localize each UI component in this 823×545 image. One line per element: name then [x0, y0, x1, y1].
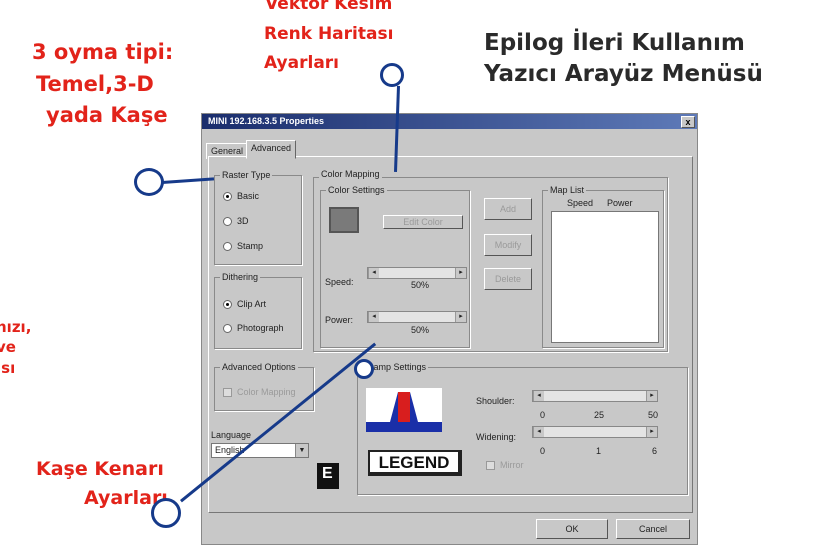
map-list[interactable]: [551, 211, 659, 343]
caption-line: Vektör Kesim: [265, 0, 393, 14]
caption-line: Kaşe Kenarı: [36, 458, 164, 480]
radio-label: Basic: [237, 191, 260, 201]
caption-line: hızı,: [0, 318, 32, 336]
color-mapping-group: Color Mapping Color Settings Edit Color …: [313, 169, 668, 352]
add-button[interactable]: Add: [484, 198, 532, 220]
checkbox-label: Color Mapping: [237, 387, 296, 397]
color-swatch[interactable]: [329, 207, 359, 233]
tick-label: 1: [596, 446, 602, 456]
caption-line: Temel,3-D: [36, 71, 154, 96]
slider-right-arrow[interactable]: ▸: [455, 268, 466, 278]
radio-3d[interactable]: [223, 217, 232, 226]
advanced-panel: Raster Type Basic 3D Stamp Dithering Cli…: [208, 156, 693, 513]
slider-left-arrow[interactable]: ◂: [368, 312, 379, 322]
caption-line: Ayarları: [84, 487, 168, 510]
tick-label: 25: [594, 410, 605, 420]
group-title: Dithering: [220, 272, 261, 282]
group-title: Map List: [548, 185, 587, 195]
shoulder-label: Shoulder:: [476, 396, 515, 406]
caption-line: ve: [0, 338, 16, 357]
caption-line: Renk Haritası: [264, 23, 394, 44]
radio-stamp[interactable]: [223, 242, 232, 251]
radio-label: Stamp: [237, 241, 264, 251]
color-mapping-checkbox[interactable]: [223, 388, 232, 397]
group-title: Color Settings: [326, 185, 387, 195]
pointer-circle: [151, 498, 181, 528]
language-select[interactable]: English ▼: [211, 443, 309, 458]
epilog-logo: E: [317, 463, 339, 489]
radio-label: Clip Art: [237, 299, 267, 309]
group-title: Color Mapping: [319, 169, 382, 179]
close-icon[interactable]: x: [681, 116, 695, 128]
caption-line: ısı: [0, 358, 16, 377]
map-list-group: Map List Speed Power: [542, 185, 664, 348]
mirror-checkbox[interactable]: [486, 461, 495, 470]
tab-advanced[interactable]: Advanced: [246, 140, 297, 159]
printer-properties-dialog: MINI 192.168.3.5 Properties x General Ad…: [201, 113, 698, 545]
stamp-shoulder-preview: [366, 388, 442, 432]
mirror-label: Mirror: [500, 460, 524, 470]
title-line: Epilog İleri Kullanım: [484, 30, 745, 56]
edit-color-button[interactable]: Edit Color: [383, 215, 463, 229]
slider-right-arrow[interactable]: ▸: [646, 427, 657, 437]
radio-label: 3D: [237, 216, 249, 226]
modify-button[interactable]: Modify: [484, 234, 532, 256]
raster-type-caption: 3 oyma tipi: Temel,3-D yada Kaşe: [32, 40, 202, 129]
radio-photograph[interactable]: [223, 324, 232, 333]
slider-right-arrow[interactable]: ▸: [455, 312, 466, 322]
dialog-titlebar: MINI 192.168.3.5 Properties x: [202, 114, 697, 129]
slider-left-arrow[interactable]: ◂: [533, 427, 544, 437]
dithering-group: Dithering Clip Art Photograph: [214, 272, 302, 349]
speed-label: Speed:: [325, 277, 354, 287]
slider-right-arrow[interactable]: ▸: [646, 391, 657, 401]
power-slider[interactable]: ◂ ▸: [367, 311, 467, 323]
group-title: Raster Type: [220, 170, 273, 180]
pointer-circle: [380, 63, 404, 87]
language-label: Language: [211, 430, 252, 440]
delete-button[interactable]: Delete: [484, 268, 532, 290]
pointer-circle: [354, 359, 374, 379]
vector-color-map-caption: Vektör Kesim Renk Haritası Ayarları: [264, 0, 393, 74]
dialog-title: MINI 192.168.3.5 Properties: [208, 116, 325, 126]
title-line: Yazıcı Arayüz Menüsü: [484, 61, 763, 88]
column-speed: Speed: [567, 198, 594, 208]
stamp-legend-preview: LEGEND: [368, 450, 462, 476]
speed-value: 50%: [411, 280, 430, 290]
page-title: Epilog İleri Kullanım Yazıcı Arayüz Menü…: [484, 29, 763, 88]
tick-label: 0: [540, 410, 546, 420]
caption-line: yada Kaşe: [46, 103, 168, 128]
radio-label: Photograph: [237, 323, 284, 333]
color-settings-group: Color Settings Edit Color Speed: ◂ ▸ 50%…: [320, 185, 470, 348]
cancel-button[interactable]: Cancel: [616, 519, 690, 539]
caption-line: Ayarları: [264, 53, 339, 74]
tick-label: 50: [648, 410, 659, 420]
power-label: Power:: [325, 315, 354, 325]
speed-power-caption: hızı, ve ısı: [0, 318, 31, 377]
pointer-circle: [134, 168, 164, 196]
shoulder-slider[interactable]: ◂ ▸: [532, 390, 658, 402]
tick-label: 0: [540, 446, 546, 456]
radio-basic[interactable]: [223, 192, 232, 201]
slider-left-arrow[interactable]: ◂: [368, 268, 379, 278]
power-value: 50%: [411, 325, 430, 335]
radio-clip-art[interactable]: [223, 300, 232, 309]
widening-label: Widening:: [476, 432, 517, 442]
widening-slider[interactable]: ◂ ▸: [532, 426, 658, 438]
speed-slider[interactable]: ◂ ▸: [367, 267, 467, 279]
group-title: Advanced Options: [220, 362, 298, 372]
stamp-settings-group: Stamp Settings Shoulder: ◂ ▸ 0 25 50 Wid…: [357, 362, 688, 495]
column-power: Power: [607, 198, 633, 208]
caption-line: 3 oyma tipi:: [32, 40, 174, 64]
tick-label: 6: [652, 446, 658, 456]
raster-type-group: Raster Type Basic 3D Stamp: [214, 170, 302, 265]
stamp-edge-caption: Kaşe Kenarı Ayarları: [36, 458, 168, 510]
slider-left-arrow[interactable]: ◂: [533, 391, 544, 401]
chevron-down-icon[interactable]: ▼: [295, 444, 308, 457]
ok-button[interactable]: OK: [536, 519, 608, 539]
